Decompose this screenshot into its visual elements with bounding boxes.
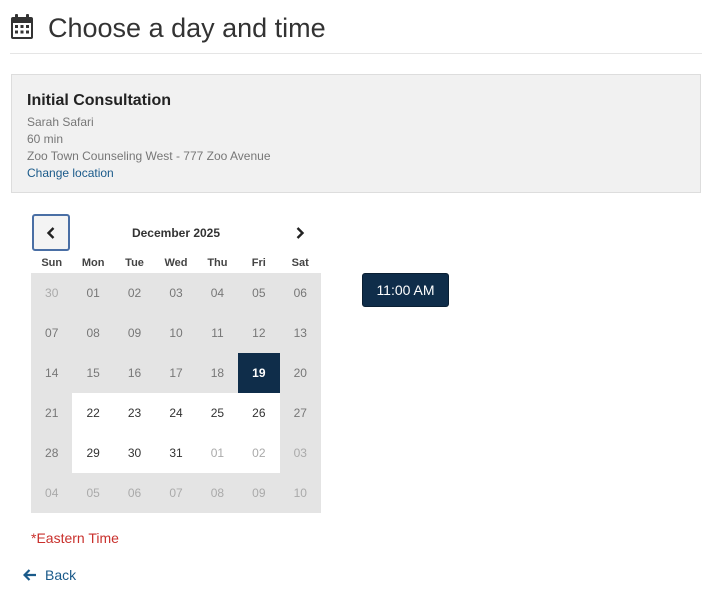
calendar-day[interactable]: 22: [72, 393, 114, 433]
calendar-day[interactable]: 31: [155, 433, 197, 473]
calendar-day[interactable]: 29: [72, 433, 114, 473]
calendar-day[interactable]: 02: [238, 433, 280, 473]
calendar-day: 27: [293, 406, 307, 420]
timezone-label: *Eastern Time: [31, 530, 119, 546]
calendar-day: 02: [127, 286, 142, 300]
calendar-day: 15: [86, 366, 100, 380]
calendar-day[interactable]: 25: [196, 393, 239, 433]
back-link[interactable]: Back: [23, 567, 76, 583]
page-header: Choose a day and time: [10, 12, 702, 54]
appointment-name: Initial Consultation: [27, 92, 171, 109]
chevron-right-icon: [296, 226, 305, 239]
calendar-day: 20: [293, 366, 307, 380]
calendar-day: 09: [127, 326, 142, 340]
calendar-day: 08: [86, 326, 100, 340]
calendar-day: 16: [127, 366, 142, 380]
calendar-grid: 30 01 02 03 04 05 06 07 08 09 10 11 12 13 14 15 16 17 18 19…: [31, 273, 321, 513]
calendar-day: 04: [210, 286, 225, 300]
calendar-icon: [11, 14, 33, 39]
calendar-day[interactable]: 26: [238, 393, 280, 433]
calendar-day: 04: [45, 486, 59, 500]
weekday-label: Thu: [207, 257, 228, 269]
month-label: December 2025: [131, 226, 221, 240]
calendar-day: 30: [45, 286, 59, 300]
calendar-day: 05: [86, 486, 100, 500]
calendar-day[interactable]: 01: [196, 433, 239, 473]
calendar-day: 06: [293, 286, 307, 300]
arrow-left-icon: [23, 569, 36, 581]
weekday-header: Sun Mon Tue Wed Thu Fri Sat: [31, 257, 321, 269]
calendar-day: 08: [210, 486, 225, 500]
calendar-day: 18: [210, 366, 225, 380]
calendar-day: 13: [293, 326, 307, 340]
calendar-day-selected[interactable]: 19: [238, 353, 280, 393]
weekday-label: Mon: [81, 257, 105, 269]
provider-name: Sarah Safari: [27, 115, 94, 129]
calendar-day: 03: [169, 286, 183, 300]
calendar-day: 14: [45, 366, 59, 380]
weekday-label: Sun: [41, 257, 63, 269]
calendar-day[interactable]: 23: [113, 393, 156, 433]
calendar-day: 10: [169, 326, 183, 340]
back-label: Back: [45, 567, 77, 583]
weekday-label: Tue: [125, 257, 144, 269]
weekday-label: Fri: [251, 257, 266, 269]
appointment-location: Zoo Town Counseling West - 777 Zoo Avenu…: [27, 149, 271, 163]
change-location-link[interactable]: Change location: [27, 166, 114, 180]
calendar-day: 28: [45, 446, 59, 460]
appointment-duration: 60 min: [27, 132, 64, 146]
calendar-day: 06: [127, 486, 142, 500]
page-title: Choose a day and time: [48, 13, 326, 43]
calendar-day: 10: [293, 486, 307, 500]
calendar-day[interactable]: 24: [155, 393, 197, 433]
calendar-day: 07: [45, 326, 59, 340]
weekday-label: Wed: [164, 257, 188, 269]
calendar-day: 12: [252, 326, 266, 340]
calendar-day: 21: [45, 406, 59, 420]
calendar-day: 11: [211, 326, 224, 340]
calendar-day: 09: [252, 486, 266, 500]
calendar-day: 05: [252, 286, 266, 300]
calendar-day: 07: [169, 486, 183, 500]
calendar-day: 17: [169, 366, 183, 380]
calendar-day[interactable]: 30: [113, 433, 156, 473]
calendar-day: 03: [293, 446, 307, 460]
calendar-day: 01: [86, 286, 100, 300]
next-month-button[interactable]: [281, 214, 319, 251]
appointment-summary: Initial Consultation Sarah Safari 60 min…: [11, 74, 701, 193]
time-slot-button[interactable]: 11:00 AM: [362, 273, 449, 307]
weekday-label: Sat: [291, 257, 309, 269]
